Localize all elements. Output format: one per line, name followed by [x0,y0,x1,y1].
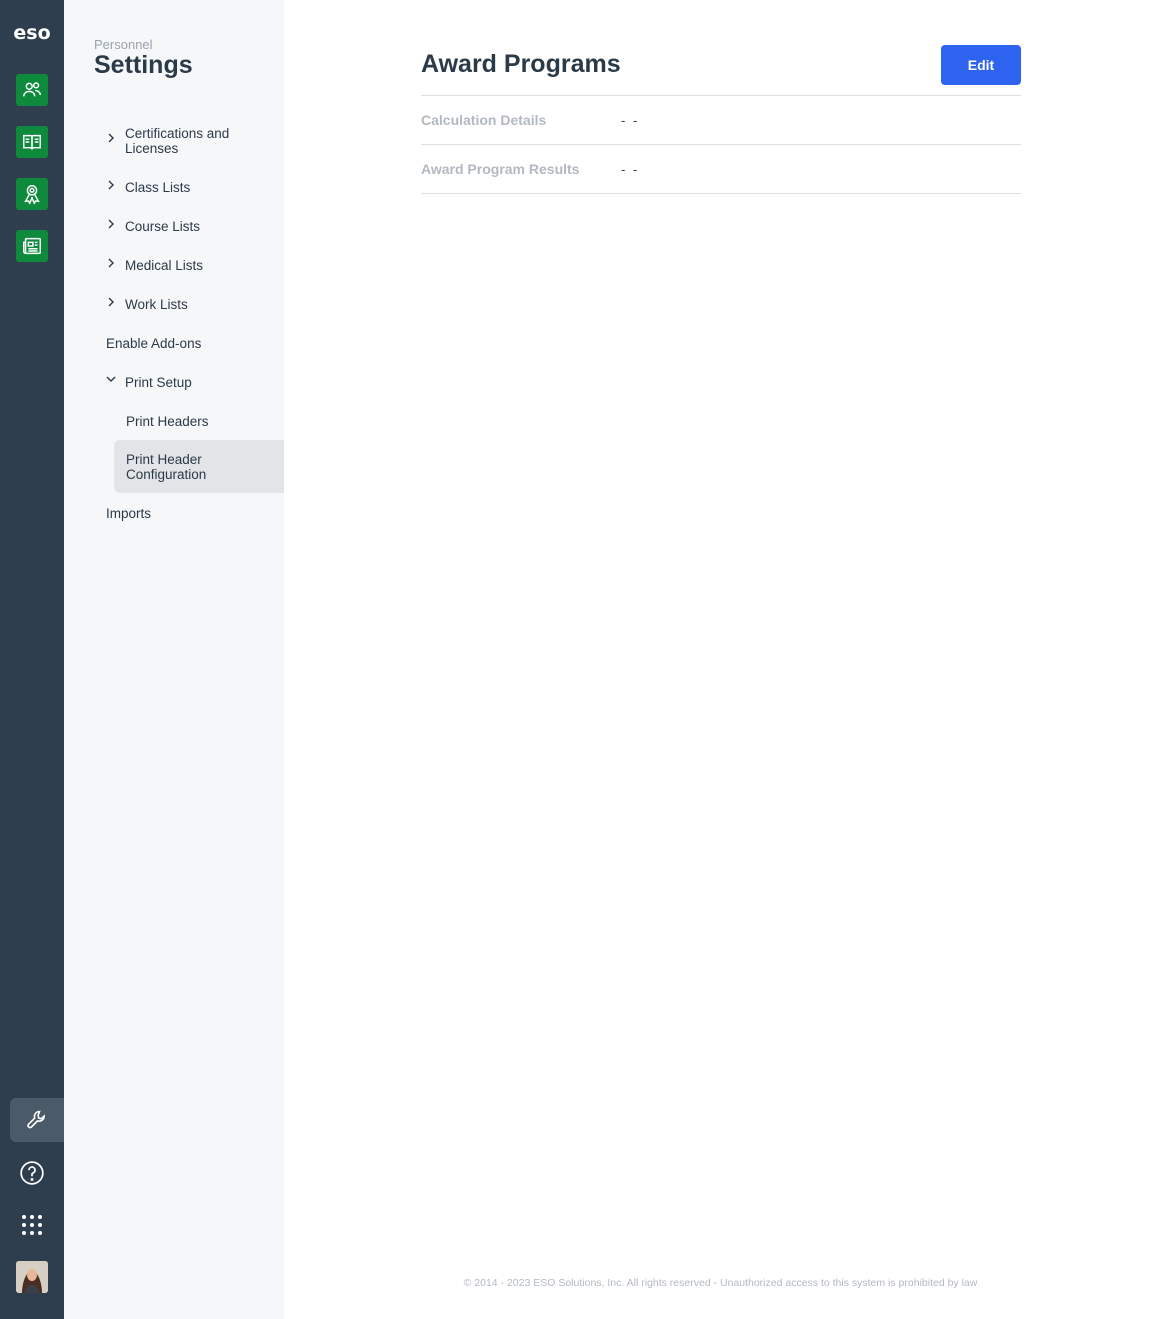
sidebar-title: Settings [94,51,193,79]
sidebar-overline: Personnel [94,37,153,52]
sidebar-item-imports[interactable]: Imports [106,506,151,521]
user-photo-icon [16,1261,48,1293]
training-app-button[interactable] [16,126,48,158]
sidebar-item-course-lists[interactable]: Course Lists [125,219,200,234]
personnel-app-button[interactable] [16,74,48,106]
award-ribbon-icon [24,185,40,205]
sidebar-item-class-lists[interactable]: Class Lists [125,180,190,195]
people-icon [23,82,41,97]
sidebar-item-work-lists[interactable]: Work Lists [125,297,188,312]
divider [421,144,1021,145]
apps-grid-button[interactable] [0,1209,64,1241]
sidebar-item-certifications[interactable]: Certifications and Licenses [125,126,265,156]
edit-button[interactable]: Edit [941,45,1021,85]
sidebar-item-medical-lists[interactable]: Medical Lists [125,258,203,273]
sidebar-item-print-setup[interactable]: Print Setup [125,375,192,390]
main-content: Award Programs Edit Calculation Details … [284,0,1157,1319]
sidebar-subitem-print-headers[interactable]: Print Headers [126,414,209,429]
chevron-right-icon[interactable] [106,258,116,268]
chevron-right-icon[interactable] [106,297,116,307]
news-app-button[interactable] [16,230,48,262]
app-rail: eso [0,0,64,1319]
user-avatar[interactable] [16,1261,48,1293]
chevron-down-icon[interactable] [106,374,116,384]
calculation-details-label: Calculation Details [421,112,547,128]
settings-wrench-button[interactable] [10,1098,64,1142]
apps-grid-icon [22,1215,42,1235]
sidebar-subitem-print-header-configuration[interactable]: Print Header Configuration [126,452,246,482]
awards-app-button[interactable] [16,178,48,210]
help-button[interactable] [0,1157,64,1189]
award-program-results-label: Award Program Results [421,161,580,177]
settings-sidebar: Personnel Settings Certifications and Li… [64,0,284,1319]
divider [421,193,1021,194]
sidebar-item-enable-addons[interactable]: Enable Add-ons [106,336,201,351]
footer-copyright: © 2014 - 2023 ESO Solutions, Inc. All ri… [463,1277,978,1289]
page-title: Award Programs [421,50,621,78]
help-circle-icon [20,1161,44,1185]
calculation-details-value: - - [621,113,640,128]
chevron-right-icon[interactable] [106,219,116,229]
wrench-icon [27,1110,45,1129]
book-icon [23,134,41,150]
eso-logo[interactable]: eso [0,22,64,44]
newspaper-icon [23,237,41,255]
chevron-right-icon[interactable] [106,133,116,143]
divider [421,95,1021,96]
chevron-right-icon[interactable] [106,180,116,190]
award-program-results-value: - - [621,162,640,177]
